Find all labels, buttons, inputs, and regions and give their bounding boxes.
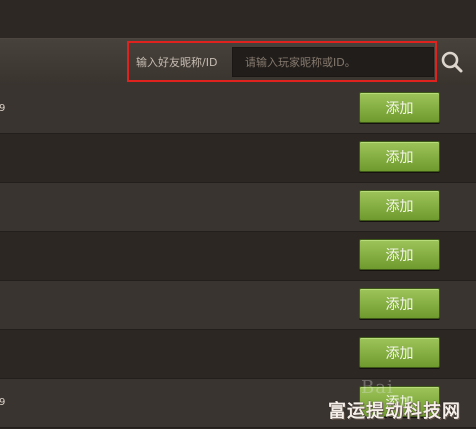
top-bar (0, 0, 476, 38)
list-item: 添加 (0, 134, 476, 183)
add-button[interactable]: 添加 (359, 288, 440, 319)
friend-panel: 输入好友昵称/ID 9 添加 添加 添加 添加 (0, 0, 476, 429)
list-item: 添加 (0, 281, 476, 330)
search-icon (440, 50, 464, 74)
list-item: 添加 (0, 232, 476, 281)
search-input[interactable] (232, 47, 434, 77)
add-button[interactable]: 添加 (359, 190, 440, 221)
row-text: 9 (0, 103, 6, 114)
friend-list: 9 添加 添加 添加 添加 添加 添加 9 添加 (0, 85, 476, 428)
add-button[interactable]: 添加 (359, 337, 440, 368)
baidu-watermark: Bai (361, 377, 394, 398)
list-item: 添加 (0, 183, 476, 232)
add-button[interactable]: 添加 (359, 239, 440, 270)
list-item: 9 添加 (0, 85, 476, 134)
search-button[interactable] (440, 50, 464, 74)
add-button[interactable]: 添加 (359, 92, 440, 123)
add-button[interactable]: 添加 (359, 141, 440, 172)
site-watermark: 富运提动科技网 (328, 401, 461, 422)
search-label: 输入好友昵称/ID (136, 56, 218, 69)
row-text: 9 (0, 397, 6, 408)
list-item: 添加 (0, 330, 476, 379)
